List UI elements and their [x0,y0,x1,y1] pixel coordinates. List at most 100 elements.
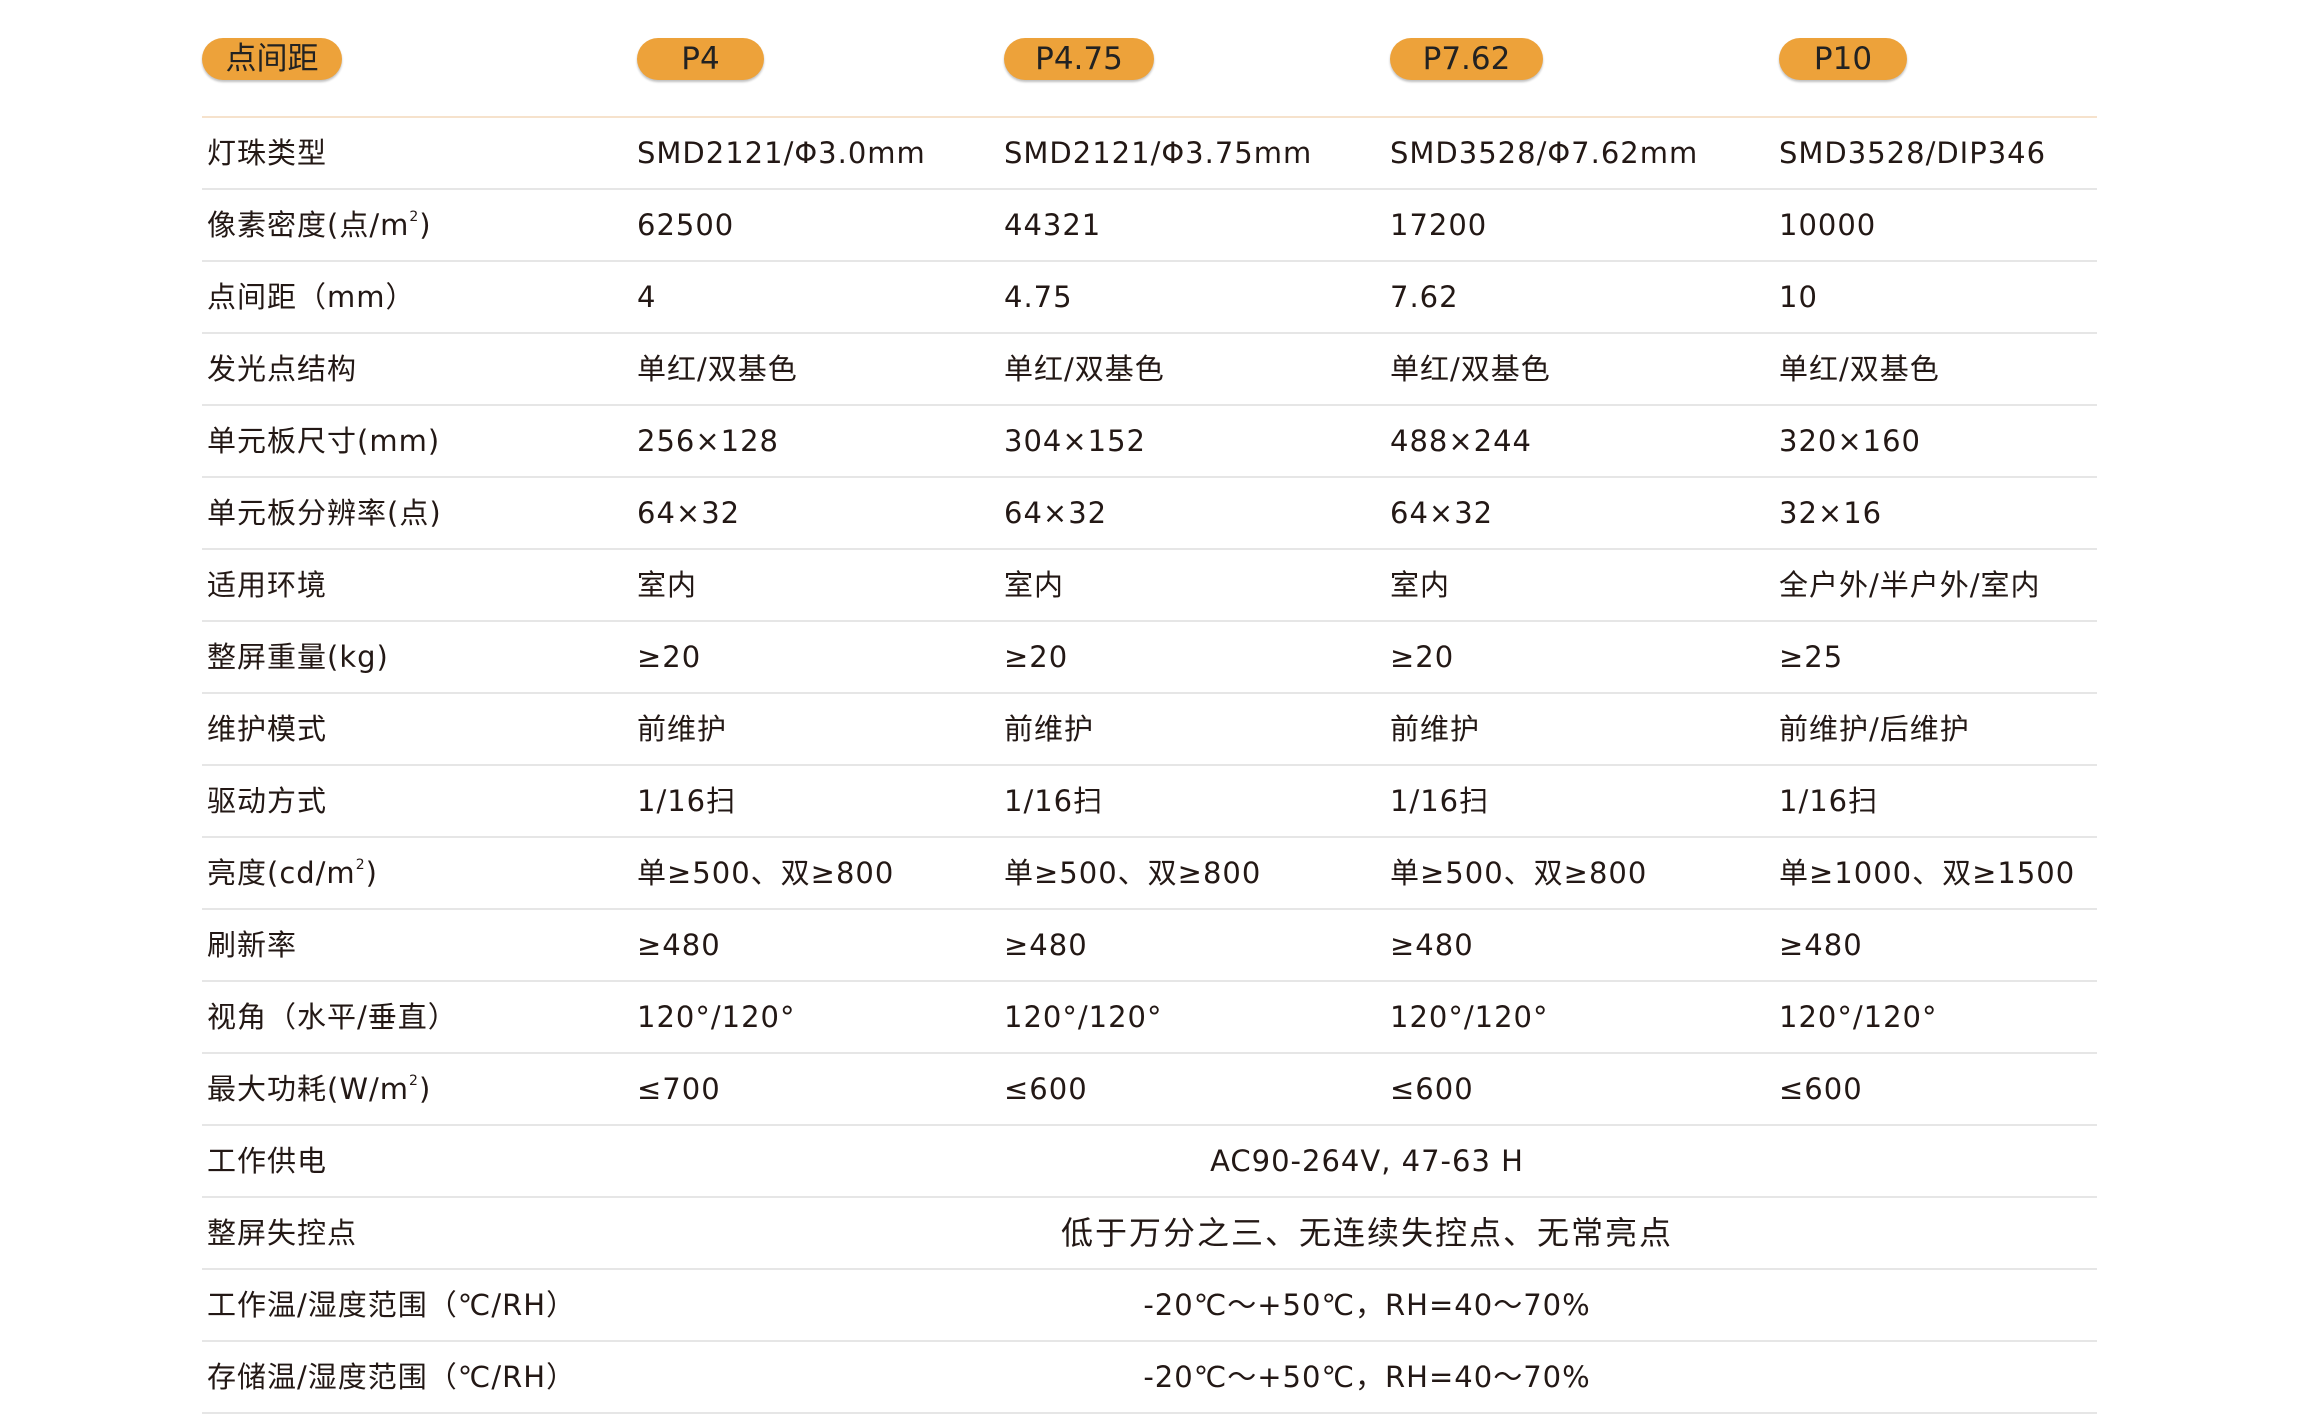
table-cell: 单≥500、双≥800 [1390,856,1648,890]
table-cell: 前维护 [637,712,728,746]
table-cell: 室内 [1004,568,1065,602]
table-cell: ≥20 [1004,640,1069,674]
table-cell: 单红/双基色 [637,352,798,386]
header-column-p4: P4 [637,38,764,80]
row-label-text: ) [418,1072,432,1106]
table-cell: ≥480 [1779,928,1863,962]
table-cell: 单≥1000、双≥1500 [1779,856,2076,890]
table-cell: 前维护 [1004,712,1095,746]
table-cell: 1/16扫 [1390,784,1490,818]
header-label-pill: 点间距 [202,38,342,80]
row-label: 整屏失控点 [207,1216,358,1250]
row-label: 适用环境 [207,568,328,602]
table-cell: 64×32 [1390,496,1494,530]
spanned-cell: 低于万分之三、无连续失控点、无常亮点 [1060,1214,1673,1252]
table-row: 灯珠类型 SMD2121/Φ3.0mm SMD2121/Φ3.75mm SMD3… [202,118,2097,190]
table-cell: ≤600 [1779,1072,1863,1106]
table-cell: 单≥500、双≥800 [637,856,895,890]
row-label: 点间距（mm） [207,280,416,314]
row-label: 视角（水平/垂直） [207,1000,458,1034]
table-cell: ≤700 [637,1072,721,1106]
table-cell: SMD2121/Φ3.0mm [637,136,926,170]
table-cell: 64×32 [637,496,741,530]
table-cell: 室内 [637,568,698,602]
table-cell: ≥20 [637,640,702,674]
table-cell: ≥480 [637,928,721,962]
row-label: 维护模式 [207,712,328,746]
table-cell: 44321 [1004,208,1102,242]
row-label: 单元板尺寸(mm) [207,424,441,458]
table-cell: 120°/120° [1779,1000,1938,1034]
header-column-p4-75: P4.75 [1004,38,1154,80]
table-cell: 室内 [1390,568,1451,602]
row-label: 工作供电 [207,1144,328,1178]
table-cell: 488×244 [1390,424,1533,458]
table-cell: 单≥500、双≥800 [1004,856,1262,890]
table-cell: 256×128 [637,424,780,458]
row-label: 工作温/湿度范围（℃/RH） [207,1288,577,1322]
table-cell: 前维护 [1390,712,1481,746]
table-cell: 单红/双基色 [1004,352,1165,386]
table-cell: 1/16扫 [637,784,737,818]
row-label-text: 亮度(cd/m [207,856,356,890]
row-label: 像素密度(点/m2) [207,190,432,260]
table-row: 适用环境 室内 室内 室内 全户外/半户外/室内 [202,550,2097,622]
table-cell: 120°/120° [637,1000,796,1034]
table-row: 发光点结构 单红/双基色 单红/双基色 单红/双基色 单红/双基色 [202,334,2097,406]
table-cell: SMD2121/Φ3.75mm [1004,136,1313,170]
table-row: 整屏重量(kg) ≥20 ≥20 ≥20 ≥25 [202,622,2097,694]
table-cell: 1/16扫 [1779,784,1879,818]
table-cell: ≥20 [1390,640,1455,674]
table-row: 刷新率 ≥480 ≥480 ≥480 ≥480 [202,910,2097,982]
header-column-p7-62: P7.62 [1390,38,1543,80]
table-row: 像素密度(点/m2) 62500 44321 17200 10000 [202,190,2097,262]
table-cell: ≥480 [1004,928,1088,962]
table-row: 工作温/湿度范围（℃/RH） -20℃～+50℃，RH=40～70% [202,1270,2097,1342]
row-label: 刷新率 [207,928,298,962]
table-cell: SMD3528/DIP346 [1779,136,2047,170]
table-cell: 单红/双基色 [1779,352,1940,386]
table-cell: 64×32 [1004,496,1108,530]
table-cell: ≥25 [1779,640,1844,674]
table-cell: 62500 [637,208,735,242]
header-column-p10: P10 [1779,38,1907,80]
table-cell: 320×160 [1779,424,1922,458]
row-label: 存储温/湿度范围（℃/RH） [207,1360,577,1394]
table-row: 整屏失控点 低于万分之三、无连续失控点、无常亮点 [202,1198,2097,1270]
spanned-cell: -20℃～+50℃，RH=40～70% [1143,1288,1591,1322]
table-cell: SMD3528/Φ7.62mm [1390,136,1699,170]
row-label-text: ) [365,856,378,890]
table-row: 视角（水平/垂直） 120°/120° 120°/120° 120°/120° … [202,982,2097,1054]
row-label: 单元板分辨率(点) [207,496,442,530]
table-cell: 1/16扫 [1004,784,1104,818]
table-cell: 4.75 [1004,280,1073,314]
table-cell: 前维护/后维护 [1779,712,1970,746]
row-label: 整屏重量(kg) [207,640,389,674]
table-cell: 120°/120° [1390,1000,1549,1034]
table-row: 单元板分辨率(点) 64×32 64×32 64×32 32×16 [202,478,2097,550]
superscript: 2 [355,857,366,873]
table-row: 亮度(cd/m2) 单≥500、双≥800 单≥500、双≥800 单≥500、… [202,838,2097,910]
table-row: 单元板尺寸(mm) 256×128 304×152 488×244 320×16… [202,406,2097,478]
spanned-cell: -20℃～+50℃，RH=40～70% [1143,1360,1591,1394]
table-cell: ≤600 [1004,1072,1088,1106]
table-row: 最大功耗(W/m2) ≤700 ≤600 ≤600 ≤600 [202,1054,2097,1126]
superscript: 2 [409,1073,419,1089]
table-cell: ≤600 [1390,1072,1474,1106]
row-label-text: 最大功耗(W/m [207,1072,410,1106]
spanned-cell: AC90-264V, 47-63 H [1210,1144,1524,1178]
table-cell: 304×152 [1004,424,1147,458]
table-row: 存储温/湿度范围（℃/RH） -20℃～+50℃，RH=40～70% [202,1342,2097,1414]
row-label: 最大功耗(W/m2) [207,1054,431,1124]
row-label: 亮度(cd/m2) [207,838,378,908]
row-label: 发光点结构 [207,352,358,386]
row-label-text: ) [419,208,432,242]
table-cell: 120°/120° [1004,1000,1163,1034]
table-row: 维护模式 前维护 前维护 前维护 前维护/后维护 [202,694,2097,766]
row-label: 灯珠类型 [207,136,328,170]
table-cell: ≥480 [1390,928,1474,962]
table-row: 工作供电 AC90-264V, 47-63 H [202,1126,2097,1198]
spec-table: 点间距 P4 P4.75 P7.62 P10 灯珠类型 SMD2121/Φ3.0… [202,36,2097,1414]
table-cell: 单红/双基色 [1390,352,1551,386]
table-header: 点间距 P4 P4.75 P7.62 P10 [202,36,2097,118]
